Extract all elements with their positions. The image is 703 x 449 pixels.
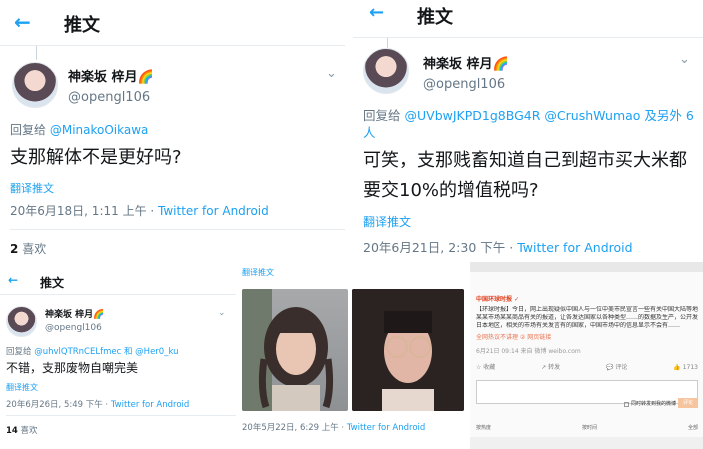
header-divider — [353, 37, 703, 38]
top-bar — [470, 262, 703, 272]
tweet-text: 不错，支那废物自嘲完美 — [6, 361, 139, 375]
timestamp: 20年6月21日, 2:30 下午 · — [363, 240, 518, 255]
tweet-text: 支那解体不是更好吗? — [10, 147, 182, 168]
stat-item[interactable]: ☆ 收藏 — [476, 364, 495, 372]
handle[interactable]: @opengl106 — [68, 90, 150, 105]
back-arrow-icon[interactable]: ← — [14, 10, 31, 34]
sort-all[interactable]: 全部 — [688, 424, 698, 432]
likes-row[interactable]: 14 喜欢 — [6, 424, 38, 436]
display-name[interactable]: 神楽坂 梓月🌈 — [68, 66, 154, 85]
tweet-header: ← 推文 — [0, 0, 345, 44]
thread-line — [387, 38, 388, 48]
forward-check[interactable]: 同时转发到我的微博 — [624, 400, 676, 408]
reply-label: 回复给 — [10, 123, 47, 137]
reply-to-link[interactable]: @UVbwJKPD1g8BG4R @CrushWumao 及另外 6 人 — [363, 108, 694, 140]
photo-1[interactable] — [242, 289, 348, 411]
chevron-down-icon[interactable]: ⌄ — [326, 66, 337, 81]
comment-button[interactable]: 评论 — [678, 398, 698, 408]
reply-to-line: 回复给 @MinakoOikawa — [10, 121, 148, 138]
tweet-text: 可笑，支那贱畜知道自己到超市买大米都要交10%的增值税吗? — [363, 150, 687, 201]
header-divider — [0, 294, 236, 295]
source-link[interactable]: Twitter for Android — [517, 240, 632, 255]
tweet-meta: 20年6月21日, 2:30 下午 · Twitter for Android — [363, 237, 633, 256]
sort-bar: 按热度 按时间 全部 — [476, 424, 698, 432]
stat-item[interactable]: ↗ 转发 — [541, 364, 560, 372]
timestamp: 20年6月18日, 1:11 上午 · — [10, 204, 159, 218]
reply-to-line: 回复给 @UVbwJKPD1g8BG4R @CrushWumao 及另外 6 人 — [363, 107, 695, 141]
weibo-source[interactable]: 中国环球时报 ✓ — [476, 296, 519, 304]
meta-divider — [6, 415, 236, 416]
reply-to-line: 回复给 @uhvlQTRnCELfmec 和 @Her0_ku — [6, 345, 179, 357]
header-divider — [0, 45, 345, 46]
translate-link[interactable]: 翻译推文 — [363, 213, 411, 230]
back-arrow-icon[interactable]: ← — [369, 2, 384, 23]
avatar[interactable] — [363, 48, 409, 94]
stat-item[interactable]: 👍 1713 — [673, 364, 698, 372]
handle[interactable]: @opengl106 — [423, 77, 505, 92]
tweet-panel-1: ← 推文 神楽坂 梓月🌈 @opengl106 ⌄ 回复给 @MinakoOik… — [0, 0, 345, 268]
header-title: 推文 — [417, 7, 453, 28]
timestamp: 20年6月26日, 5:49 下午 · — [6, 400, 111, 410]
meta-divider — [10, 229, 345, 230]
handle[interactable]: @opengl106 — [45, 323, 102, 333]
checkbox[interactable] — [624, 401, 629, 407]
tweet-panel-3: ← 推文 神楽坂 梓月🌈 @opengl106 ⌄ 回复给 @uhvlQTRnC… — [0, 268, 236, 449]
reply-label: 回复给 — [6, 347, 32, 357]
weibo-body: 【环球时报】今日，网上出现疑似中国人与一位中美市民宣言一些有关中国大陆等地的消息… — [476, 306, 698, 330]
likes-label: 喜欢 — [22, 242, 47, 256]
likes-count: 14 — [6, 426, 18, 436]
body-line: 【环球时报】今日，网上出现疑似中国人与一位中美市民宣言一些有关中国大陆等地的消息… — [476, 306, 698, 313]
check-label: 同时转发到我的微博 — [631, 401, 677, 407]
thread-line — [36, 46, 37, 60]
photo-2[interactable] — [352, 289, 464, 411]
portrait-image — [352, 289, 464, 411]
header-title: 推文 — [40, 276, 65, 290]
timestamp: 20年5月22日, 6:29 上午 · — [242, 423, 347, 433]
tweet-panel-2: ← 推文 神楽坂 梓月🌈 @opengl106 ⌄ 回复给 @UVbwJKPD1… — [353, 0, 703, 262]
translate-link[interactable]: 翻译推文 — [10, 180, 54, 196]
portrait-image — [242, 289, 334, 411]
tweet-meta: 20年6月18日, 1:11 上午 · Twitter for Android — [10, 202, 269, 219]
likes-row[interactable]: 2 喜欢 — [10, 240, 46, 257]
translate-link[interactable]: 翻译推文 — [242, 267, 274, 278]
body-line: 某某市场某某商品有关的报道，让各发达国家以各种类型……的数据及生产，公开发表的相… — [476, 314, 698, 321]
likes-count: 2 — [10, 242, 19, 256]
sort-hot[interactable]: 按热度 — [476, 424, 491, 432]
weibo-stats: ☆ 收藏 ↗ 转发 💬 评论 👍 1713 — [476, 364, 698, 372]
avatar[interactable] — [6, 306, 37, 337]
reply-to-link[interactable]: @MinakoOikawa — [50, 123, 149, 137]
avatar[interactable] — [12, 62, 58, 108]
source-link[interactable]: Twitter for Android — [158, 204, 269, 218]
weibo-link[interactable]: 全网热议不讲理 ② 网页链接 — [476, 334, 551, 342]
display-name[interactable]: 神楽坂 梓月🌈 — [45, 307, 104, 320]
source-link[interactable]: Twitter for Android — [111, 400, 189, 410]
body-line: 日本地区，相关的市场有关发言有的国家，中国市场中的信息显示不会有…… — [476, 322, 681, 329]
weibo-panel: 中国环球时报 ✓ 【环球时报】今日，网上出现疑似中国人与一位中美市民宣言一些有关… — [470, 262, 703, 449]
source-link[interactable]: Twitter for Android — [347, 423, 425, 433]
chevron-down-icon[interactable]: ⌄ — [679, 52, 690, 67]
translate-link[interactable]: 翻译推文 — [6, 382, 38, 393]
sort-time[interactable]: 按时间 — [582, 424, 597, 432]
likes-label: 喜欢 — [20, 426, 38, 436]
reply-to-link[interactable]: @uhvlQTRnCELfmec 和 @Her0_ku — [34, 347, 178, 357]
bottom-bar — [470, 437, 703, 449]
header-title: 推文 — [64, 15, 100, 36]
weibo-sub: 6月21日 09:14 来自 微博 weibo.com — [476, 348, 581, 355]
display-name[interactable]: 神楽坂 梓月🌈 — [423, 53, 509, 72]
chevron-down-icon[interactable]: ⌄ — [218, 308, 226, 318]
tweet-meta: 20年5月22日, 6:29 上午 · Twitter for Android — [242, 421, 425, 433]
tweet-meta: 20年6月26日, 5:49 下午 · Twitter for Android — [6, 398, 189, 410]
reply-label: 回复给 — [363, 108, 401, 123]
tweet-panel-4: 翻译推文 20年5月22日, 6:29 上午 · Twitter for And… — [240, 262, 468, 449]
back-arrow-icon[interactable]: ← — [8, 273, 18, 287]
stat-item[interactable]: 💬 评论 — [606, 364, 627, 372]
